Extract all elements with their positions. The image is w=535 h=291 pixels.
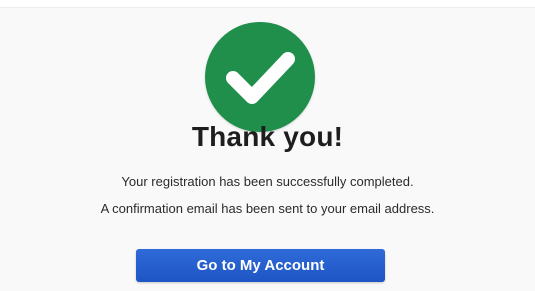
top-bar (0, 0, 535, 8)
go-to-account-button[interactable]: Go to My Account (136, 249, 385, 282)
checkmark-icon (226, 52, 295, 104)
email-notice-message: A confirmation email has been sent to yo… (100, 201, 435, 216)
success-badge (205, 22, 315, 132)
success-message: Your registration has been successfully … (121, 174, 414, 189)
page-title: Thank you! (191, 121, 344, 152)
registration-success-page: Thank you! Your registration has been su… (0, 0, 535, 291)
